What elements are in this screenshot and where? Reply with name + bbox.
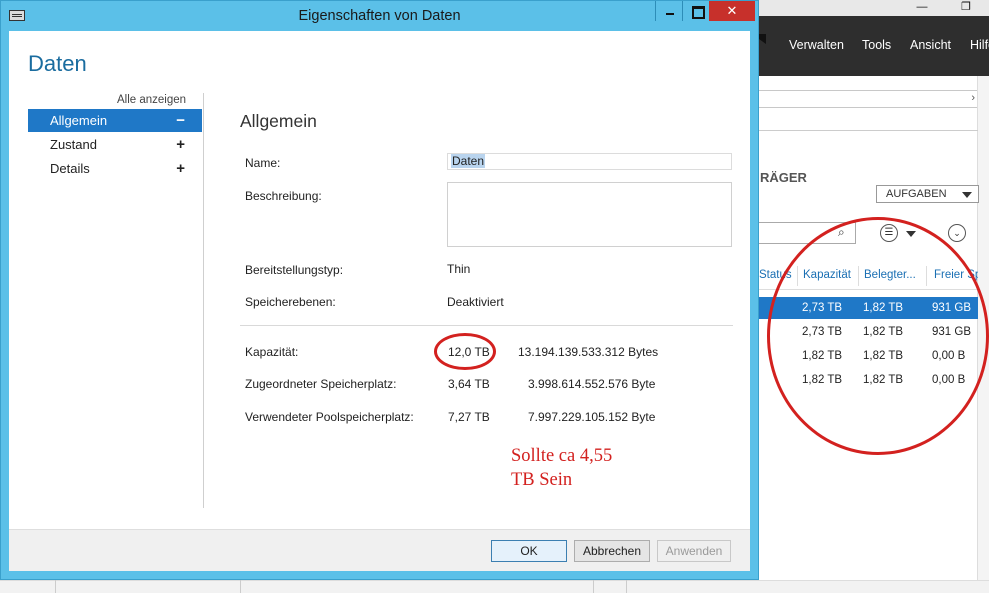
properties-dialog: Eigenschaften von Daten ✕ Daten Alle anz… <box>0 0 759 580</box>
annotation-line-1: Sollte ca 4,55 <box>511 446 613 466</box>
allocated-space-label: Zugeordneter Speicherplatz: <box>245 377 397 391</box>
bottom-separator <box>593 580 594 593</box>
dialog-footer: OK Abbrechen Anwenden <box>9 529 750 571</box>
nav-item-details[interactable]: Details + <box>28 157 202 180</box>
provisioning-type-value: Thin <box>447 262 471 276</box>
annotation-circle-disks <box>767 217 989 455</box>
description-label: Beschreibung: <box>245 189 322 203</box>
content-divider <box>240 325 733 326</box>
expand-icon[interactable]: + <box>176 157 185 180</box>
nav-item-label: Allgemein <box>50 113 108 128</box>
nav-item-allgemein[interactable]: Allgemein − <box>28 109 202 132</box>
annotation-circle-allocated <box>434 333 496 370</box>
caret-down-icon <box>962 192 972 198</box>
description-textarea[interactable] <box>447 182 732 247</box>
expand-icon[interactable]: + <box>176 133 185 156</box>
menu-tools[interactable]: Tools <box>862 38 891 52</box>
pool-used-bytes: 7.997.229.105.152 Byte <box>528 410 656 424</box>
bottom-separator <box>55 580 56 593</box>
background-bottom-strip <box>0 580 989 593</box>
allocated-space-value: 3,64 TB <box>448 377 490 391</box>
nav-item-zustand[interactable]: Zustand + <box>28 133 202 156</box>
annotation-line-2: TB Sein <box>511 470 573 490</box>
close-icon: ✕ <box>726 3 738 18</box>
dialog-client-area: Daten Alle anzeigen Allgemein − Zustand … <box>9 31 750 571</box>
menu-ansicht[interactable]: Ansicht <box>910 38 951 52</box>
capacity-bytes: 13.194.139.533.312 Bytes <box>518 345 659 359</box>
tasks-dropdown[interactable]: AUFGABEN <box>876 185 979 203</box>
background-address-bar[interactable]: › <box>758 90 978 108</box>
cancel-button[interactable]: Abbrechen <box>574 540 650 562</box>
section-title: Allgemein <box>240 111 317 131</box>
background-divider <box>758 130 978 131</box>
ok-button[interactable]: OK <box>491 540 567 562</box>
nav-item-label: Details <box>50 161 90 176</box>
capacity-label: Kapazität: <box>245 345 299 359</box>
bottom-separator <box>240 580 241 593</box>
apply-button[interactable]: Anwenden <box>657 540 731 562</box>
close-button[interactable]: ✕ <box>709 1 755 21</box>
name-input[interactable]: Daten <box>447 153 732 170</box>
annotation-text: Sollte ca 4,55 TB Sein <box>511 444 612 492</box>
tasks-label: AUFGABEN <box>886 188 947 200</box>
background-minimize-button[interactable]: — <box>900 0 944 14</box>
chevron-right-icon[interactable]: › <box>971 92 975 104</box>
storage-tiers-label: Speicherebenen: <box>245 295 336 309</box>
pool-used-value: 7,27 TB <box>448 410 490 424</box>
allocated-space-bytes: 3.998.614.552.576 Byte <box>528 377 656 391</box>
menu-hilfe[interactable]: Hilfe <box>970 38 989 52</box>
expand-icon[interactable]: ⌄ <box>948 224 966 242</box>
background-section-title: RÄGER <box>760 170 807 185</box>
menu-verwalten[interactable]: Verwalten <box>789 38 844 52</box>
nav-item-label: Zustand <box>50 137 97 152</box>
nav-divider <box>203 93 204 508</box>
provisioning-type-label: Bereitstellungstyp: <box>245 263 344 277</box>
bottom-separator <box>626 580 627 593</box>
show-all-link[interactable]: Alle anzeigen <box>117 94 186 106</box>
dialog-heading: Daten <box>28 51 87 76</box>
minimize-button[interactable] <box>655 1 682 21</box>
maximize-button[interactable] <box>682 1 709 21</box>
name-label: Name: <box>245 156 281 170</box>
background-maximize-button[interactable]: ❐ <box>944 0 988 14</box>
pool-used-label: Verwendeter Poolspeicherplatz: <box>245 410 414 424</box>
collapse-icon[interactable]: − <box>176 109 185 132</box>
storage-tiers-value: Deaktiviert <box>447 295 504 309</box>
dialog-title: Eigenschaften von Daten <box>298 8 461 24</box>
name-input-value: Daten <box>451 154 486 168</box>
